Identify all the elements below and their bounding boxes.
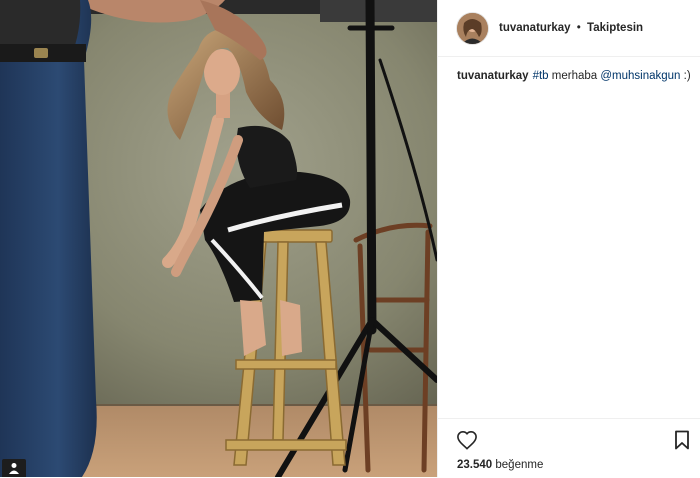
like-count-label: beğenme bbox=[495, 459, 544, 471]
like-count[interactable]: 23.540 beğenme bbox=[457, 459, 543, 471]
post-header: tuvanaturkay • Takiptesin bbox=[438, 0, 700, 57]
like-button[interactable] bbox=[456, 430, 478, 450]
mention-link[interactable]: @muhsinakgun bbox=[600, 70, 680, 82]
hashtag-link[interactable]: #tb bbox=[533, 70, 549, 82]
separator-dot: • bbox=[576, 22, 581, 34]
avatar[interactable] bbox=[457, 12, 488, 44]
caption-username[interactable]: tuvanaturkay bbox=[457, 70, 529, 82]
post-photo[interactable] bbox=[0, 0, 437, 477]
like-count-number: 23.540 bbox=[457, 459, 493, 471]
instagram-post: tuvanaturkay • Takiptesin tuvanaturkay #t… bbox=[0, 0, 700, 477]
save-button[interactable] bbox=[674, 430, 690, 450]
header-username[interactable]: tuvanaturkay bbox=[499, 22, 571, 34]
follow-status[interactable]: Takiptesin bbox=[587, 22, 643, 34]
gallery-icon[interactable] bbox=[2, 459, 26, 477]
bookmark-outline-icon bbox=[675, 430, 689, 450]
header-text: tuvanaturkay • Takiptesin bbox=[499, 22, 643, 34]
post-caption: tuvanaturkay #tb merhaba @muhsinakgun :) bbox=[457, 69, 691, 84]
post-actions: 23.540 beğenme bbox=[438, 418, 700, 478]
post-sidebar: tuvanaturkay • Takiptesin tuvanaturkay #t… bbox=[438, 0, 700, 477]
heart-outline-icon bbox=[457, 430, 477, 450]
caption-text: merhaba bbox=[548, 70, 601, 82]
caption-suffix: :) bbox=[680, 70, 691, 82]
